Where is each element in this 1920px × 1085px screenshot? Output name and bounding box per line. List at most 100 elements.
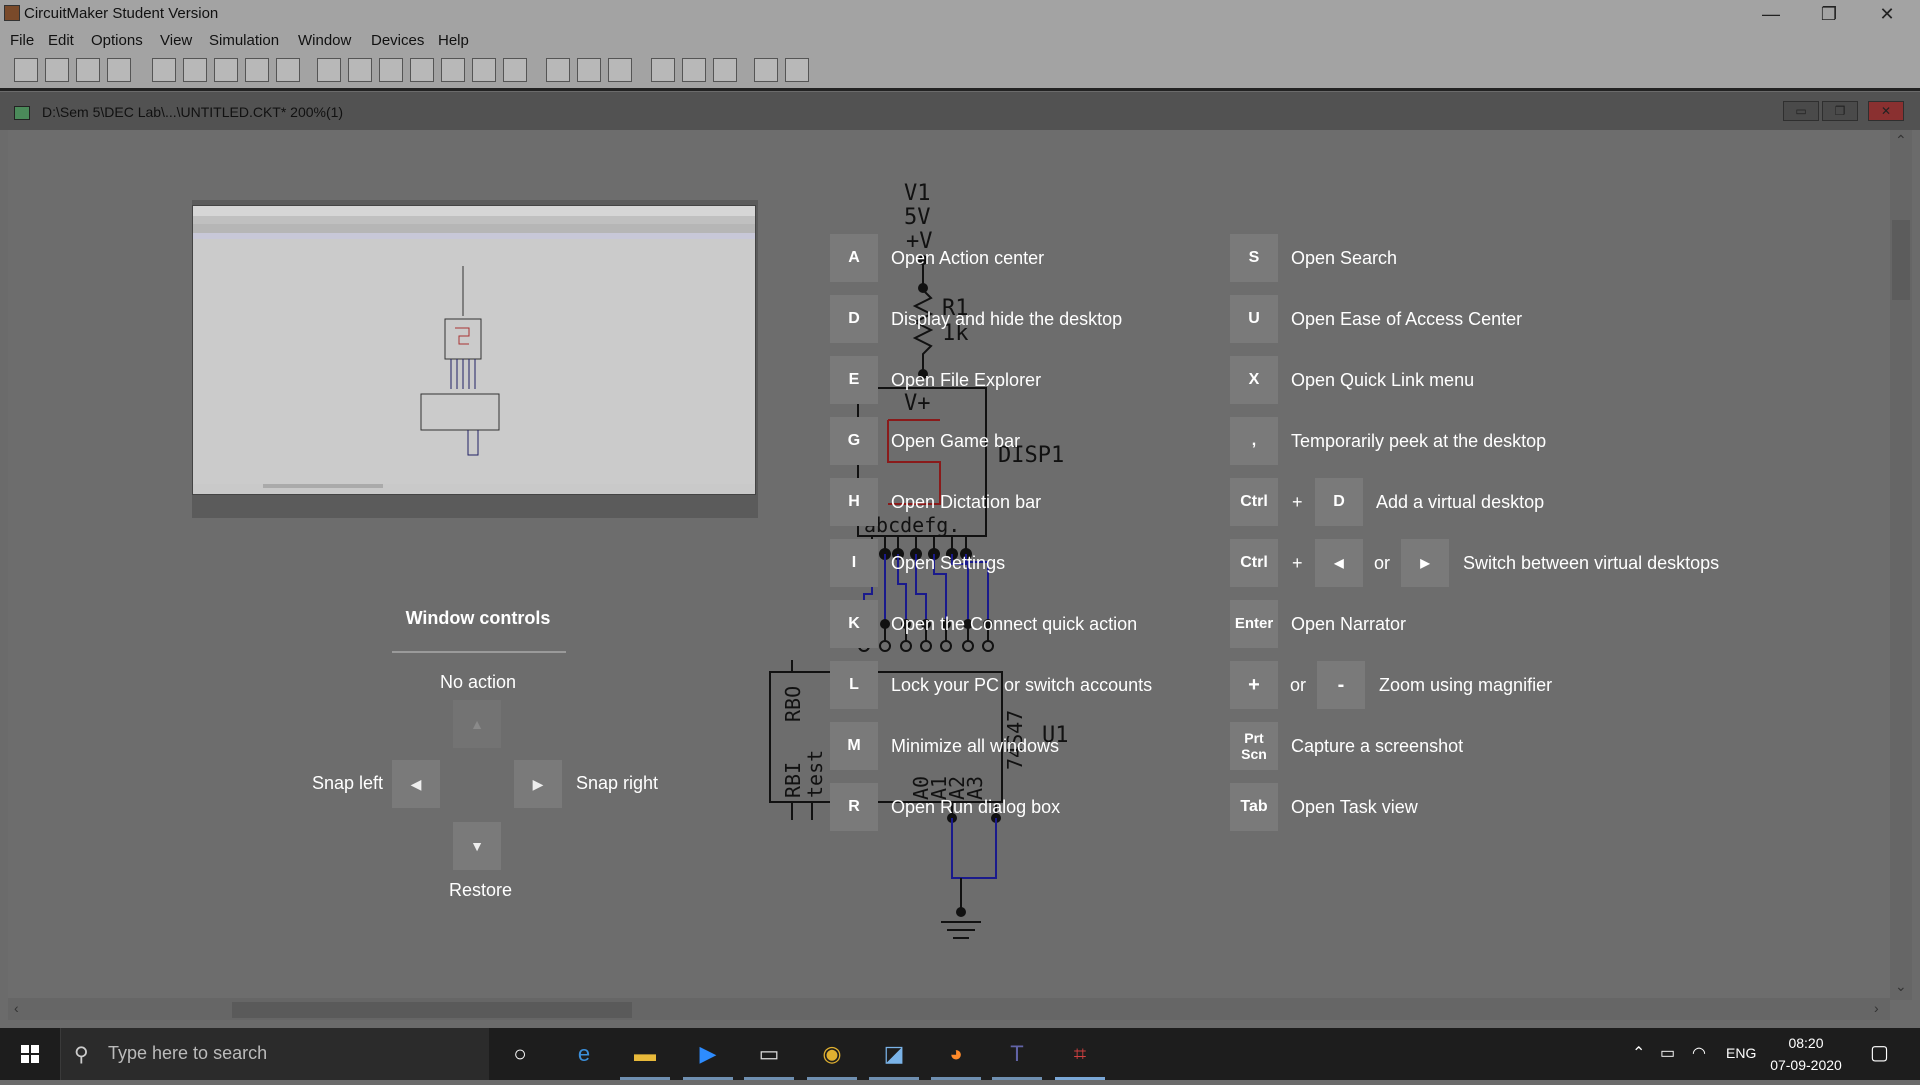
shortcut-desc-h: Open Dictation bar <box>891 492 1042 512</box>
key-a: A <box>830 234 878 282</box>
save-icon[interactable] <box>76 58 100 82</box>
scroll-up-icon[interactable]: ⌃ <box>1895 132 1907 149</box>
grid-icon[interactable] <box>608 58 632 82</box>
edge-icon[interactable]: e <box>566 1036 602 1072</box>
notifications-icon[interactable]: ▢ <box>1870 1040 1889 1065</box>
stop-icon[interactable] <box>503 58 527 82</box>
wire-icon[interactable] <box>183 58 207 82</box>
menu-bar <box>0 28 1920 54</box>
help-icon[interactable] <box>754 58 778 82</box>
trace-icon[interactable] <box>577 58 601 82</box>
display-icon[interactable] <box>713 58 737 82</box>
key-ctrl: Ctrl <box>1230 478 1278 526</box>
file-explorer-icon[interactable]: ▬ <box>627 1036 663 1072</box>
vertical-scroll-thumb[interactable] <box>1892 220 1910 300</box>
display-supply: V+ <box>904 391 931 416</box>
key-tab: Tab <box>1230 783 1278 831</box>
shortcut-desc-a: Open Action center <box>891 248 1045 268</box>
probe-icon[interactable] <box>245 58 269 82</box>
step-icon[interactable] <box>441 58 465 82</box>
shortcut-desc-s: Open Search <box>1291 248 1398 268</box>
show-hidden-icons-icon[interactable]: ⌃ <box>1632 1043 1645 1063</box>
shortcut-desc-zoom: Zoom using magnifier <box>1379 675 1553 695</box>
key-minus: - <box>1317 661 1365 709</box>
search-placeholder: Type here to search <box>108 1043 268 1063</box>
pointer-icon[interactable] <box>152 58 176 82</box>
menu-edit[interactable]: Edit <box>48 32 74 49</box>
no-action-label: No action <box>440 672 517 692</box>
scroll-down-icon[interactable]: ⌄ <box>1895 978 1907 995</box>
doc-close-button[interactable]: ✕ <box>1868 101 1904 121</box>
reset-icon[interactable] <box>410 58 434 82</box>
key-r: R <box>830 783 878 831</box>
key-s: S <box>1230 234 1278 282</box>
language-indicator[interactable]: ENG <box>1726 1045 1756 1061</box>
doc-minimize-button[interactable]: ▭ <box>1783 101 1819 121</box>
find-icon[interactable] <box>546 58 570 82</box>
circuitmaker-icon[interactable]: ⌗ <box>1062 1036 1098 1072</box>
menu-simulation[interactable]: Simulation <box>209 32 279 49</box>
teams-icon[interactable]: T <box>999 1036 1035 1072</box>
menu-view[interactable]: View <box>160 32 192 49</box>
app-icon <box>4 5 20 21</box>
maximize-button[interactable]: ❐ <box>1800 0 1858 28</box>
fit-icon[interactable] <box>317 58 341 82</box>
menu-window[interactable]: Window <box>298 32 351 49</box>
zoom-icon[interactable] <box>276 58 300 82</box>
menu-options[interactable]: Options <box>91 32 143 49</box>
divider <box>392 651 566 653</box>
info-icon[interactable] <box>785 58 809 82</box>
u1-pin-rbo: RBO <box>781 686 805 722</box>
terminal-icon[interactable]: ▭ <box>751 1036 787 1072</box>
u1-pin-test: test <box>803 750 827 798</box>
menu-file[interactable]: File <box>10 32 34 49</box>
new-icon[interactable] <box>14 58 38 82</box>
shortcut-desc-enter: Open Narrator <box>1291 614 1407 634</box>
start-button[interactable] <box>0 1028 60 1080</box>
window-controls-title: Window controls <box>405 608 551 628</box>
search-icon: ⚲ <box>74 1044 89 1066</box>
wifi-icon[interactable]: ◠ <box>1692 1043 1706 1063</box>
key-d: D <box>1315 478 1363 526</box>
shortcut-desc-r: Open Run dialog box <box>891 797 1061 817</box>
pan-icon[interactable] <box>348 58 372 82</box>
window-preview-thumbnail <box>192 205 756 495</box>
close-button[interactable]: ✕ <box>1858 0 1916 28</box>
battery-icon[interactable]: ▭ <box>1660 1043 1675 1063</box>
chrome-icon[interactable]: ◉ <box>814 1036 850 1072</box>
left-arrow-icon[interactable]: ◀ <box>392 760 440 808</box>
menu-help[interactable]: Help <box>438 32 469 49</box>
up-arrow-icon[interactable]: ▲ <box>453 700 501 748</box>
down-arrow-icon[interactable]: ▼ <box>453 822 501 870</box>
document-title: D:\Sem 5\DEC Lab\...\UNTITLED.CKT* 200%(… <box>42 104 344 120</box>
shortcut-desc-d: Display and hide the desktop <box>891 309 1123 329</box>
analysis-icon[interactable] <box>682 58 706 82</box>
right-arrow-icon[interactable]: ▶ <box>514 760 562 808</box>
menu-devices[interactable]: Devices <box>371 32 424 49</box>
shortcut-desc-prtscn: Capture a screenshot <box>1291 736 1464 756</box>
shortcut-desc-l: Lock your PC or switch accounts <box>891 675 1153 695</box>
print-icon[interactable] <box>107 58 131 82</box>
minimize-button[interactable]: — <box>1742 0 1800 28</box>
waveform-icon[interactable] <box>651 58 675 82</box>
firefox-icon[interactable]: ◕ <box>938 1036 974 1072</box>
key-g: G <box>830 417 878 465</box>
app-icon[interactable]: ◪ <box>876 1036 912 1072</box>
key-h: H <box>830 478 878 526</box>
doc-restore-button[interactable]: ❐ <box>1822 101 1858 121</box>
rotate-icon[interactable] <box>379 58 403 82</box>
horizontal-scroll-thumb[interactable] <box>232 1002 632 1018</box>
clock-time[interactable]: 08:20 <box>1780 1035 1832 1051</box>
windows-icon <box>21 1045 39 1063</box>
text-icon[interactable] <box>214 58 238 82</box>
run-icon[interactable] <box>472 58 496 82</box>
cortana-icon[interactable]: ○ <box>502 1036 538 1072</box>
open-icon[interactable] <box>45 58 69 82</box>
shortcut-desc-u: Open Ease of Access Center <box>1291 309 1523 329</box>
zoom-icon[interactable]: ▶ <box>690 1036 726 1072</box>
scroll-right-icon[interactable]: › <box>1874 1000 1879 1016</box>
scroll-left-icon[interactable]: ‹ <box>14 1000 19 1016</box>
shortcut-desc-k: Open the Connect quick action <box>891 614 1138 634</box>
clock-date[interactable]: 07-09-2020 <box>1764 1057 1848 1073</box>
key-e: E <box>830 356 878 404</box>
